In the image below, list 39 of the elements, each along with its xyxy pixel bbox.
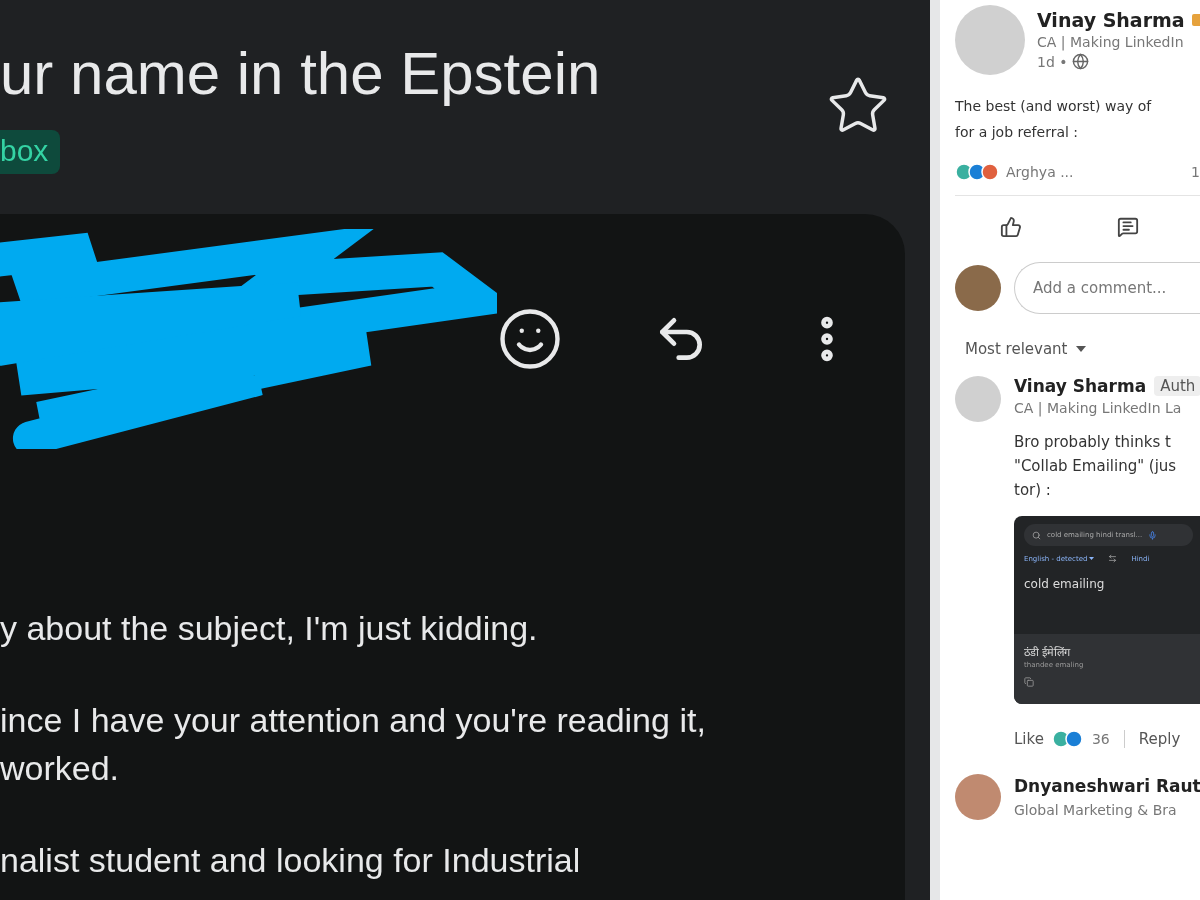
caret-icon — [1075, 346, 1086, 352]
message-paragraph: nalist student and looking for Industrial — [0, 840, 582, 881]
email-subject: ur name in the Epstein — [0, 39, 602, 109]
inbox-label[interactable]: box — [0, 130, 61, 174]
avatar[interactable] — [955, 774, 1001, 820]
translation-text: ठंडी ईमेलिंग — [1024, 645, 1072, 659]
sort-dropdown[interactable]: Most relevant — [965, 340, 1200, 358]
caret-icon — [1089, 557, 1095, 560]
thumbs-up-icon[interactable] — [1000, 216, 1022, 238]
author-headline: CA | Making LinkedIn — [1037, 34, 1185, 50]
commenter-headline: Global Marketing & Bra — [1014, 802, 1178, 818]
post-time: 1d • — [1037, 53, 1068, 70]
reaction-names[interactable]: Arghya ... — [1006, 164, 1074, 180]
swap-icon — [1108, 554, 1118, 563]
comment-field[interactable]: Add a comment... — [1014, 262, 1200, 314]
comment-text: Bro probably thinks t "Collab Emailing" (jus tor) : — [1014, 432, 1178, 501]
microphone-icon — [1148, 530, 1158, 540]
author-name[interactable]: Vinay Sharma — [1037, 9, 1185, 31]
commenter-headline: CA | Making LinkedIn La — [1014, 400, 1183, 416]
like-link[interactable]: Like — [1014, 730, 1044, 748]
reaction-count: 36 — [1091, 731, 1110, 747]
reaction-icons — [1051, 730, 1084, 748]
search-icon — [1032, 530, 1041, 540]
avatar[interactable] — [955, 265, 1001, 311]
badge-icon — [1190, 13, 1200, 27]
source-text: cold emailing — [1023, 576, 1106, 591]
globe-icon — [1071, 53, 1089, 70]
comment-icon[interactable] — [1117, 216, 1139, 238]
author-tag: Auth — [1154, 376, 1200, 396]
message-paragraph: ince I have your attention and you're reading it, worked. — [0, 700, 707, 789]
reaction-icons — [955, 163, 1000, 181]
commenter-name[interactable]: Dnyaneshwari Raut — [1014, 776, 1200, 796]
reaction-count[interactable]: 1 — [1191, 164, 1200, 180]
post-text: The best (and worst) way of for a job referral : — [955, 97, 1153, 142]
copy-icon[interactable] — [1024, 677, 1034, 687]
message-paragraph: y about the subject, I'm just kidding. — [0, 608, 539, 649]
smiley-icon[interactable] — [497, 306, 563, 372]
reply-link[interactable]: Reply — [1138, 730, 1181, 748]
commenter-name[interactable]: Vinay Sharma — [1014, 376, 1147, 396]
